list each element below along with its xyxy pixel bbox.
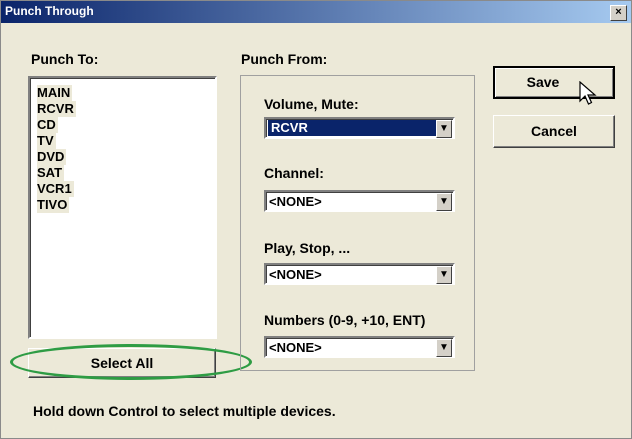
channel-label: Channel: [264, 165, 324, 181]
cancel-button[interactable]: Cancel [493, 115, 615, 148]
list-item-label: CD [37, 117, 58, 133]
list-item[interactable]: RCVR [30, 100, 215, 117]
play-stop-label: Play, Stop, ... [264, 240, 351, 256]
play-stop-value: <NONE> [269, 267, 322, 282]
list-item-label: MAIN [37, 85, 73, 101]
play-stop-select[interactable]: <NONE> ▼ [264, 263, 455, 285]
chevron-down-icon[interactable]: ▼ [436, 120, 452, 138]
volume-mute-label: Volume, Mute: [264, 96, 359, 112]
chevron-down-icon[interactable]: ▼ [436, 339, 452, 357]
list-item[interactable]: DVD [30, 148, 215, 165]
punch-to-listbox[interactable]: MAIN RCVR CD TV DVD SAT VCR1 TIVO [28, 76, 217, 339]
list-item-label: VCR1 [37, 181, 74, 197]
list-item-label: RCVR [37, 101, 76, 117]
punch-to-label: Punch To: [31, 51, 99, 67]
list-item[interactable]: CD [30, 116, 215, 133]
list-item[interactable]: VCR1 [30, 180, 215, 197]
title-bar[interactable]: Punch Through × [1, 1, 631, 23]
footer-hint: Hold down Control to select multiple dev… [33, 403, 336, 419]
chevron-down-icon[interactable]: ▼ [436, 193, 452, 211]
window-title: Punch Through [5, 4, 94, 18]
close-button[interactable]: × [610, 5, 627, 21]
punch-through-dialog: Punch Through × Punch To: MAIN RCVR CD TV DV… [0, 0, 632, 439]
channel-select[interactable]: <NONE> ▼ [264, 190, 455, 212]
numbers-label: Numbers (0-9, +10, ENT) [264, 312, 426, 328]
chevron-down-icon[interactable]: ▼ [436, 266, 452, 284]
mouse-pointer-icon [579, 81, 597, 105]
annotation-ellipse [10, 344, 252, 380]
list-item-label: TV [37, 133, 56, 149]
list-item-label: SAT [37, 165, 65, 181]
numbers-select[interactable]: <NONE> ▼ [264, 336, 455, 358]
list-item[interactable]: SAT [30, 164, 215, 181]
numbers-value: <NONE> [269, 340, 322, 355]
list-item[interactable]: TV [30, 132, 215, 149]
save-label: Save [526, 74, 560, 90]
list-item[interactable]: MAIN [30, 84, 215, 101]
list-item-label: DVD [37, 149, 67, 165]
list-item-label: TIVO [37, 197, 70, 213]
channel-value: <NONE> [269, 194, 322, 209]
list-item[interactable]: TIVO [30, 196, 215, 213]
volume-mute-select[interactable]: RCVR ▼ [264, 117, 455, 139]
punch-from-label: Punch From: [241, 51, 328, 67]
volume-mute-value: RCVR [268, 120, 440, 136]
